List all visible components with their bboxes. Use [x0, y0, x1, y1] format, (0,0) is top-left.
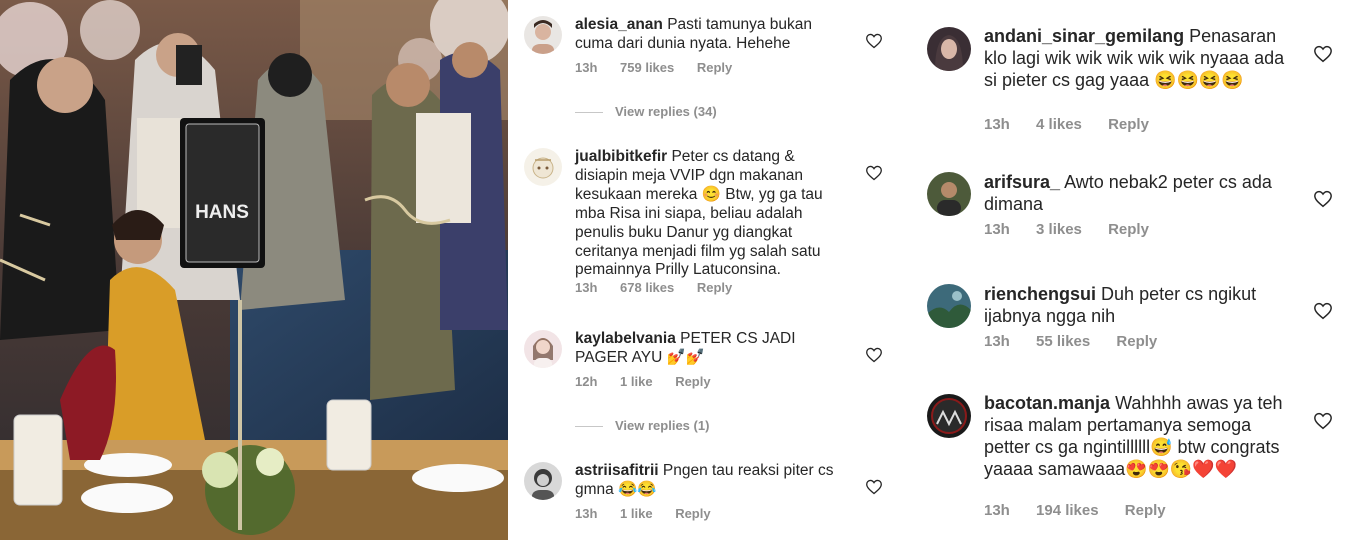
comment-time: 13h	[575, 60, 598, 75]
comment-time: 13h	[984, 116, 1010, 133]
comment-username[interactable]: astriisafitrii	[575, 462, 659, 479]
heart-outline-icon[interactable]	[865, 479, 883, 495]
avatar[interactable]	[524, 16, 562, 54]
place-card-text: HANS	[195, 202, 249, 223]
reply-button[interactable]: Reply	[675, 374, 710, 389]
comment-username[interactable]: arifsura_	[984, 172, 1060, 192]
heart-outline-icon[interactable]	[1313, 412, 1333, 430]
comment-username[interactable]: bacotan.manja	[984, 393, 1110, 413]
comment-likes[interactable]: 1 like	[620, 374, 653, 389]
comment-likes[interactable]: 55 likes	[1036, 333, 1090, 350]
reply-button[interactable]: Reply	[697, 280, 732, 295]
comment-username[interactable]: kaylabelvania	[575, 330, 676, 347]
reply-button[interactable]: Reply	[1116, 333, 1157, 350]
reply-button[interactable]: Reply	[1108, 221, 1149, 238]
reply-button[interactable]: Reply	[675, 506, 710, 521]
heart-outline-icon[interactable]	[865, 33, 883, 49]
avatar[interactable]	[524, 148, 562, 186]
divider	[575, 426, 603, 428]
comment-likes[interactable]: 4 likes	[1036, 116, 1082, 133]
heart-outline-icon[interactable]	[865, 165, 883, 181]
avatar[interactable]	[927, 27, 971, 71]
reply-button[interactable]: Reply	[1108, 116, 1149, 133]
view-replies-button[interactable]: View replies (34)	[575, 104, 717, 119]
comments-column-left: alesia_anan Pasti tamunya bukan cuma dar…	[508, 0, 896, 540]
avatar[interactable]	[927, 172, 971, 216]
comment-likes[interactable]: 3 likes	[1036, 221, 1082, 238]
comment-likes[interactable]: 194 likes	[1036, 502, 1099, 519]
comment-username[interactable]: jualbibitkefir	[575, 148, 667, 165]
comment-likes[interactable]: 759 likes	[620, 60, 674, 75]
view-replies-button[interactable]: View replies (1)	[575, 418, 709, 433]
comments-column-right: andani_sinar_gemilang Penasaran klo lagi…	[896, 0, 1362, 540]
reply-button[interactable]: Reply	[697, 60, 732, 75]
comment-time: 13h	[984, 221, 1010, 238]
comment-likes[interactable]: 1 like	[620, 506, 653, 521]
heart-outline-icon[interactable]	[1313, 302, 1333, 320]
view-replies-label: View replies (1)	[615, 418, 710, 433]
photo-illustration: HANS	[0, 0, 508, 540]
comment-time: 13h	[575, 280, 598, 295]
comment-time: 13h	[984, 333, 1010, 350]
avatar[interactable]	[524, 330, 562, 368]
comment-time: 12h	[575, 374, 598, 389]
avatar[interactable]	[524, 462, 562, 500]
heart-outline-icon[interactable]	[865, 347, 883, 363]
comment-text: Peter cs datang & disiapin meja VVIP dgn…	[575, 148, 823, 279]
comment-time: 13h	[984, 502, 1010, 519]
comment-likes[interactable]: 678 likes	[620, 280, 674, 295]
heart-outline-icon[interactable]	[1313, 45, 1333, 63]
reply-button[interactable]: Reply	[1125, 502, 1166, 519]
comment-time: 13h	[575, 506, 598, 521]
comment-username[interactable]: rienchengsui	[984, 284, 1096, 304]
avatar[interactable]	[927, 394, 971, 438]
view-replies-label: View replies (34)	[615, 104, 717, 119]
comment-username[interactable]: andani_sinar_gemilang	[984, 26, 1184, 46]
wedding-photo: HANS	[0, 0, 508, 540]
comment-username[interactable]: alesia_anan	[575, 16, 663, 33]
heart-outline-icon[interactable]	[1313, 190, 1333, 208]
avatar[interactable]	[927, 284, 971, 328]
divider	[575, 112, 603, 114]
